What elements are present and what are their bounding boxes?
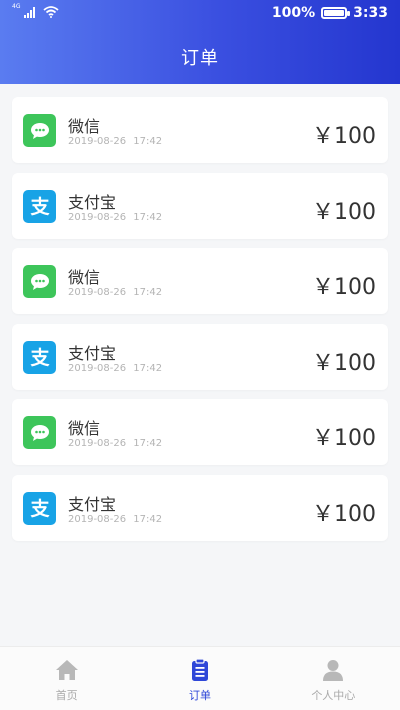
clipboard-icon: [187, 657, 213, 683]
svg-text:支: 支: [29, 498, 50, 520]
payment-method-name: 微信: [68, 419, 101, 438]
order-card[interactable]: 微信 2019-08-26 17:42 ￥100: [12, 97, 388, 163]
order-card[interactable]: 支支付宝 2019-08-26 17:42 ￥100: [12, 474, 388, 541]
person-icon: [320, 657, 346, 683]
tab-orders[interactable]: 订单: [133, 647, 266, 710]
svg-text:支: 支: [29, 196, 50, 218]
order-card[interactable]: 微信 2019-08-26 17:42 ￥100: [12, 399, 388, 465]
order-amount: ￥100: [312, 199, 376, 225]
order-card[interactable]: 支支付宝 2019-08-26 17:42 ￥100: [12, 172, 388, 239]
wechat-icon: [23, 265, 56, 298]
alipay-icon: 支: [23, 189, 56, 223]
order-amount: ￥100: [312, 275, 376, 300]
order-card[interactable]: 支支付宝 2019-08-26 17:42 ￥100: [12, 323, 388, 390]
order-amount: ￥100: [312, 426, 376, 451]
svg-text:支: 支: [29, 347, 50, 369]
order-timestamp: 2019-08-26 17:42: [68, 438, 163, 449]
alipay-icon: 支: [23, 340, 56, 374]
clock: 3:33: [353, 5, 388, 21]
signal-icon: [24, 6, 36, 18]
order-amount: ￥100: [312, 501, 376, 527]
status-right: 100% 3:33: [272, 5, 388, 21]
payment-method-name: 微信: [68, 268, 101, 287]
alipay-icon: 支: [23, 491, 56, 525]
order-timestamp: 2019-08-26 17:42: [68, 362, 163, 374]
network-type-label: 4G: [12, 3, 21, 10]
tab-label: 首页: [55, 689, 78, 702]
order-timestamp: 2019-08-26 17:42: [68, 136, 163, 147]
battery-icon: [321, 7, 351, 19]
wechat-icon: [23, 416, 56, 449]
wifi-icon: [43, 6, 60, 18]
tab-home[interactable]: 首页: [0, 647, 133, 710]
tab-profile[interactable]: 个人中心: [267, 647, 400, 710]
order-timestamp: 2019-08-26 17:42: [68, 513, 163, 525]
payment-method-name: 微信: [68, 117, 101, 136]
order-amount: ￥100: [312, 124, 376, 149]
status-left: 4G: [12, 3, 60, 18]
order-timestamp: 2019-08-26 17:42: [68, 211, 163, 223]
app-header: 4G 100% 3:33 订单: [0, 0, 400, 84]
page-title: 订单: [181, 48, 219, 69]
tab-label: 订单: [188, 689, 211, 702]
payment-method-name: 支付宝: [68, 494, 117, 514]
status-bar: 4G 100% 3:33: [0, 0, 400, 30]
order-card[interactable]: 微信 2019-08-26 17:42 ￥100: [12, 248, 388, 314]
order-list: 微信 2019-08-26 17:42 ￥100 支支付宝 2019-08-26 17:…: [12, 97, 388, 550]
home-icon: [54, 657, 80, 683]
bottom-tab-bar: 首页 订单 个人中心: [0, 646, 400, 710]
payment-method-name: 支付宝: [68, 343, 117, 363]
order-amount: ￥100: [312, 350, 376, 376]
wechat-icon: [23, 114, 56, 147]
order-timestamp: 2019-08-26 17:42: [68, 287, 163, 298]
payment-method-name: 支付宝: [68, 192, 117, 212]
battery-percent: 100%: [271, 5, 316, 21]
tab-label: 个人中心: [311, 689, 356, 702]
